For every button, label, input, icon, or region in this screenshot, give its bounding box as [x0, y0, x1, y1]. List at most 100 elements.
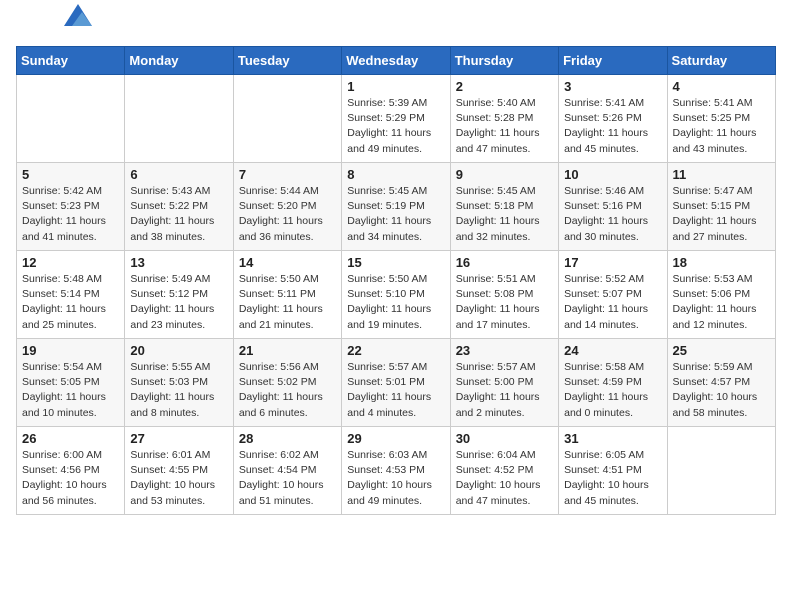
- calendar-cell: 13 Sunrise: 5:49 AM Sunset: 5:12 PM Dayli…: [125, 251, 233, 339]
- calendar-cell: 15 Sunrise: 5:50 AM Sunset: 5:10 PM Dayli…: [342, 251, 450, 339]
- calendar-header-thursday: Thursday: [450, 47, 558, 75]
- day-number: 31: [564, 431, 661, 446]
- day-number: 11: [673, 167, 770, 182]
- calendar-cell: 28 Sunrise: 6:02 AM Sunset: 4:54 PM Dayli…: [233, 427, 341, 515]
- day-number: 19: [22, 343, 119, 358]
- calendar-cell: [667, 427, 775, 515]
- day-number: 25: [673, 343, 770, 358]
- calendar-cell: 12Sunrise: 5:48 AM Sunset: 5:14 PM Dayli…: [17, 251, 125, 339]
- calendar-table: SundayMondayTuesdayWednesdayThursdayFrid…: [16, 46, 776, 515]
- day-info: Sunrise: 5:45 AM Sunset: 5:19 PM Dayligh…: [347, 184, 444, 245]
- day-info: Sunrise: 6:02 AM Sunset: 4:54 PM Dayligh…: [239, 448, 336, 509]
- day-info: Sunrise: 5:42 AM Sunset: 5:23 PM Dayligh…: [22, 184, 119, 245]
- calendar-cell: [125, 75, 233, 163]
- page-header: [16, 16, 776, 34]
- calendar-cell: 21 Sunrise: 5:56 AM Sunset: 5:02 PM Dayli…: [233, 339, 341, 427]
- day-info: Sunrise: 5:43 AM Sunset: 5:22 PM Dayligh…: [130, 184, 227, 245]
- calendar-cell: [233, 75, 341, 163]
- day-info: Sunrise: 6:04 AM Sunset: 4:52 PM Dayligh…: [456, 448, 553, 509]
- day-number: 2: [456, 79, 553, 94]
- calendar-cell: 27 Sunrise: 6:01 AM Sunset: 4:55 PM Dayli…: [125, 427, 233, 515]
- day-info: Sunrise: 6:01 AM Sunset: 4:55 PM Dayligh…: [130, 448, 227, 509]
- day-number: 20: [130, 343, 227, 358]
- day-number: 14: [239, 255, 336, 270]
- day-info: Sunrise: 5:51 AM Sunset: 5:08 PM Dayligh…: [456, 272, 553, 333]
- calendar-cell: 31 Sunrise: 6:05 AM Sunset: 4:51 PM Dayli…: [559, 427, 667, 515]
- day-info: Sunrise: 5:57 AM Sunset: 5:00 PM Dayligh…: [456, 360, 553, 421]
- calendar-cell: 4Sunrise: 5:41 AM Sunset: 5:25 PM Daylig…: [667, 75, 775, 163]
- logo: [16, 16, 92, 34]
- calendar-week-row: 12Sunrise: 5:48 AM Sunset: 5:14 PM Dayli…: [17, 251, 776, 339]
- calendar-cell: [17, 75, 125, 163]
- day-number: 1: [347, 79, 444, 94]
- day-info: Sunrise: 5:44 AM Sunset: 5:20 PM Dayligh…: [239, 184, 336, 245]
- day-info: Sunrise: 5:59 AM Sunset: 4:57 PM Dayligh…: [673, 360, 770, 421]
- day-info: Sunrise: 5:47 AM Sunset: 5:15 PM Dayligh…: [673, 184, 770, 245]
- calendar-cell: 8 Sunrise: 5:45 AM Sunset: 5:19 PM Daylig…: [342, 163, 450, 251]
- day-number: 3: [564, 79, 661, 94]
- calendar-cell: 17 Sunrise: 5:52 AM Sunset: 5:07 PM Dayli…: [559, 251, 667, 339]
- calendar-header-monday: Monday: [125, 47, 233, 75]
- day-info: Sunrise: 5:46 AM Sunset: 5:16 PM Dayligh…: [564, 184, 661, 245]
- calendar-week-row: 1 Sunrise: 5:39 AM Sunset: 5:29 PM Daylig…: [17, 75, 776, 163]
- day-number: 30: [456, 431, 553, 446]
- day-number: 7: [239, 167, 336, 182]
- day-info: Sunrise: 5:57 AM Sunset: 5:01 PM Dayligh…: [347, 360, 444, 421]
- day-number: 24: [564, 343, 661, 358]
- day-info: Sunrise: 5:45 AM Sunset: 5:18 PM Dayligh…: [456, 184, 553, 245]
- day-info: Sunrise: 5:41 AM Sunset: 5:25 PM Dayligh…: [673, 96, 770, 157]
- logo-icon: [64, 4, 92, 26]
- calendar-cell: 20Sunrise: 5:55 AM Sunset: 5:03 PM Dayli…: [125, 339, 233, 427]
- day-number: 21: [239, 343, 336, 358]
- day-number: 15: [347, 255, 444, 270]
- calendar-cell: 25 Sunrise: 5:59 AM Sunset: 4:57 PM Dayli…: [667, 339, 775, 427]
- calendar-header-sunday: Sunday: [17, 47, 125, 75]
- calendar-cell: 3 Sunrise: 5:41 AM Sunset: 5:26 PM Daylig…: [559, 75, 667, 163]
- calendar-cell: 6 Sunrise: 5:43 AM Sunset: 5:22 PM Daylig…: [125, 163, 233, 251]
- calendar-cell: 19 Sunrise: 5:54 AM Sunset: 5:05 PM Dayli…: [17, 339, 125, 427]
- day-info: Sunrise: 5:52 AM Sunset: 5:07 PM Dayligh…: [564, 272, 661, 333]
- day-number: 27: [130, 431, 227, 446]
- calendar-header-friday: Friday: [559, 47, 667, 75]
- day-number: 8: [347, 167, 444, 182]
- day-info: Sunrise: 5:50 AM Sunset: 5:11 PM Dayligh…: [239, 272, 336, 333]
- day-info: Sunrise: 5:49 AM Sunset: 5:12 PM Dayligh…: [130, 272, 227, 333]
- day-number: 26: [22, 431, 119, 446]
- day-number: 22: [347, 343, 444, 358]
- day-number: 23: [456, 343, 553, 358]
- calendar-cell: 24 Sunrise: 5:58 AM Sunset: 4:59 PM Dayli…: [559, 339, 667, 427]
- day-number: 12: [22, 255, 119, 270]
- calendar-cell: 22 Sunrise: 5:57 AM Sunset: 5:01 PM Dayli…: [342, 339, 450, 427]
- calendar-week-row: 19 Sunrise: 5:54 AM Sunset: 5:05 PM Dayli…: [17, 339, 776, 427]
- day-number: 18: [673, 255, 770, 270]
- calendar-cell: 9Sunrise: 5:45 AM Sunset: 5:18 PM Daylig…: [450, 163, 558, 251]
- day-info: Sunrise: 5:39 AM Sunset: 5:29 PM Dayligh…: [347, 96, 444, 157]
- day-number: 6: [130, 167, 227, 182]
- day-info: Sunrise: 6:05 AM Sunset: 4:51 PM Dayligh…: [564, 448, 661, 509]
- day-number: 5: [22, 167, 119, 182]
- day-info: Sunrise: 5:58 AM Sunset: 4:59 PM Dayligh…: [564, 360, 661, 421]
- calendar-cell: 16 Sunrise: 5:51 AM Sunset: 5:08 PM Dayli…: [450, 251, 558, 339]
- calendar-cell: 11 Sunrise: 5:47 AM Sunset: 5:15 PM Dayli…: [667, 163, 775, 251]
- calendar-cell: 1 Sunrise: 5:39 AM Sunset: 5:29 PM Daylig…: [342, 75, 450, 163]
- day-info: Sunrise: 5:41 AM Sunset: 5:26 PM Dayligh…: [564, 96, 661, 157]
- calendar-cell: 18 Sunrise: 5:53 AM Sunset: 5:06 PM Dayli…: [667, 251, 775, 339]
- calendar-header-saturday: Saturday: [667, 47, 775, 75]
- day-number: 29: [347, 431, 444, 446]
- calendar-cell: 7 Sunrise: 5:44 AM Sunset: 5:20 PM Daylig…: [233, 163, 341, 251]
- day-info: Sunrise: 5:56 AM Sunset: 5:02 PM Dayligh…: [239, 360, 336, 421]
- day-info: Sunrise: 5:53 AM Sunset: 5:06 PM Dayligh…: [673, 272, 770, 333]
- calendar-header-row: SundayMondayTuesdayWednesdayThursdayFrid…: [17, 47, 776, 75]
- calendar-week-row: 5 Sunrise: 5:42 AM Sunset: 5:23 PM Daylig…: [17, 163, 776, 251]
- day-info: Sunrise: 5:40 AM Sunset: 5:28 PM Dayligh…: [456, 96, 553, 157]
- calendar-cell: 23 Sunrise: 5:57 AM Sunset: 5:00 PM Dayli…: [450, 339, 558, 427]
- day-number: 16: [456, 255, 553, 270]
- day-info: Sunrise: 5:50 AM Sunset: 5:10 PM Dayligh…: [347, 272, 444, 333]
- day-number: 28: [239, 431, 336, 446]
- day-info: Sunrise: 6:00 AM Sunset: 4:56 PM Dayligh…: [22, 448, 119, 509]
- day-number: 13: [130, 255, 227, 270]
- calendar-cell: 30 Sunrise: 6:04 AM Sunset: 4:52 PM Dayli…: [450, 427, 558, 515]
- day-number: 17: [564, 255, 661, 270]
- calendar-week-row: 26 Sunrise: 6:00 AM Sunset: 4:56 PM Dayli…: [17, 427, 776, 515]
- day-info: Sunrise: 5:54 AM Sunset: 5:05 PM Dayligh…: [22, 360, 119, 421]
